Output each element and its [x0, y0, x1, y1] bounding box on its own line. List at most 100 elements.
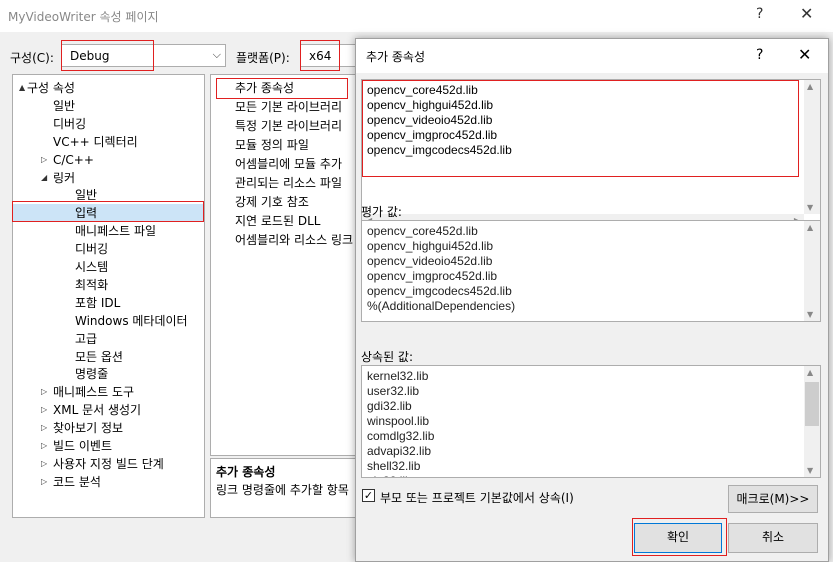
property-item[interactable]: 모듈 정의 파일 [235, 136, 309, 154]
scroll-thumb[interactable] [805, 382, 819, 426]
expand-icon[interactable]: ▷ [41, 455, 47, 473]
platform-dropdown[interactable]: x64 [300, 44, 360, 67]
property-item[interactable]: 관리되는 리소스 파일 [235, 174, 342, 192]
property-item[interactable]: 강제 기호 참조 [235, 193, 309, 211]
tree-item-label: 사용자 지정 빌드 단계 [53, 456, 164, 471]
dialog-close-button[interactable]: ✕ [798, 45, 811, 64]
tree-item[interactable]: ▲ 구성 속성 [13, 79, 204, 97]
tree-item[interactable]: 일반 [13, 186, 204, 204]
tree-item-label: 빌드 이벤트 [53, 439, 113, 453]
description-panel: 추가 종속성 링크 명령줄에 추가할 항목 [210, 458, 358, 518]
expand-icon[interactable]: ▷ [41, 419, 47, 437]
dialog-titlebar: 추가 종속성 ? ✕ [356, 39, 828, 73]
scroll-up-icon[interactable]: ▲ [807, 223, 813, 232]
tree-item-label: VC++ 디렉터리 [53, 134, 138, 149]
expand-icon[interactable]: ▷ [41, 151, 47, 169]
expand-icon[interactable]: ▷ [41, 473, 47, 491]
property-item[interactable]: 추가 종속성 [235, 79, 294, 97]
tree-item-label: 최적화 [75, 277, 109, 292]
tree-item-label: 매니페스트 도구 [53, 385, 135, 400]
tree-item-label: 시스템 [75, 260, 109, 274]
list-item: %(AdditionalDependencies) [367, 299, 516, 313]
config-dropdown[interactable]: Debug ⌵ [61, 44, 226, 67]
tree-item[interactable]: 매니페스트 파일 [13, 222, 204, 240]
property-item[interactable]: 어셈블리에 모듈 추가 [235, 155, 342, 173]
property-list[interactable]: 추가 종속성 모든 기본 라이브러리 특정 기본 라이브러리 모듈 정의 파일 어셈블리… [210, 74, 358, 456]
evaluated-values-box: ▲ ▼ opencv_core452d.lib opencv_highgui452… [361, 220, 821, 322]
tree-item[interactable]: ◢ 링커 [13, 169, 204, 187]
collapse-icon[interactable]: ▲ [19, 79, 25, 97]
cancel-button[interactable]: 취소 [728, 523, 818, 553]
window-title: MyVideoWriter 속성 페이지 [8, 10, 159, 24]
tree-item[interactable]: ▷ 사용자 지정 빌드 단계 [13, 455, 204, 473]
tree-item[interactable]: ▷ 코드 분석 [13, 473, 204, 491]
list-item: advapi32.lib [367, 444, 432, 458]
tree-item[interactable]: ▷ XML 문서 생성기 [13, 401, 204, 419]
tree-item[interactable]: ▷ C/C++ [13, 151, 204, 169]
tree-item[interactable]: ▷ 빌드 이벤트 [13, 437, 204, 455]
inherit-checkbox[interactable]: ✓ [362, 489, 375, 502]
close-button[interactable]: ✕ [800, 4, 813, 23]
expand-icon[interactable]: ▷ [41, 401, 47, 419]
tree-item-label: XML 문서 생성기 [53, 403, 142, 418]
list-item: opencv_imgcodecs452d.lib [367, 284, 512, 298]
property-tree[interactable]: ▲ 구성 속성 일반 디버깅 VC++ 디렉터리 ▷ C/C++ ◢ 링커 일반 입력 매니페스트 파… [12, 74, 205, 518]
tree-item-label: 일반 [53, 98, 76, 113]
inherit-checkbox-label[interactable]: 부모 또는 프로젝트 기본값에서 상속(I) [380, 489, 574, 506]
inherited-values-box: ▲ ▼ kernel32.lib user32.lib gdi32.lib winsp… [361, 365, 821, 478]
tree-item-label: 명령줄 [75, 367, 109, 382]
dependencies-edit-box[interactable]: ▲ ▼ ◀ ▶ opencv_core452d.libopencv_highgu… [361, 79, 821, 229]
edit-vscroll[interactable]: ▲ ▼ [804, 80, 820, 214]
tree-item[interactable]: 일반 [13, 97, 204, 115]
property-item[interactable]: 어셈블리와 리소스 링크 [235, 231, 353, 249]
ok-button[interactable]: 확인 [634, 523, 722, 553]
macro-button[interactable]: 매크로(M)>> [728, 485, 818, 513]
tree-item[interactable]: 고급 [13, 330, 204, 348]
expand-icon[interactable]: ▷ [41, 383, 47, 401]
list-item: ole32.lib [367, 474, 412, 477]
tree-item[interactable]: 모든 옵션 [13, 348, 204, 366]
property-item[interactable]: 특정 기본 라이브러리 [235, 117, 342, 135]
tree-item[interactable]: ▷ 찾아보기 정보 [13, 419, 204, 437]
scroll-up-icon[interactable]: ▲ [807, 368, 813, 377]
tree-item-label: 디버깅 [75, 242, 109, 257]
list-item: opencv_imgcodecs452d.lib [367, 143, 512, 157]
tree-item-label: Windows 메타데이터 [75, 313, 188, 328]
tree-item[interactable]: VC++ 디렉터리 [13, 133, 204, 151]
tree-item[interactable]: 입력 [13, 204, 204, 223]
platform-label: 플랫폼(P): [236, 51, 290, 65]
tree-item[interactable]: 최적화 [13, 276, 204, 294]
eval-vscroll[interactable]: ▲ ▼ [804, 221, 820, 321]
tree-item-label: 일반 [75, 188, 98, 203]
tree-item-label: C/C++ [53, 152, 94, 167]
tree-item[interactable]: 포함 IDL [13, 294, 204, 312]
tree-item[interactable]: 시스템 [13, 258, 204, 276]
scroll-up-icon[interactable]: ▲ [807, 82, 813, 91]
scroll-down-icon[interactable]: ▼ [807, 203, 813, 212]
property-item[interactable]: 모든 기본 라이브러리 [235, 98, 342, 116]
tree-item-label: 모든 옵션 [75, 349, 123, 364]
inherited-label: 상속된 값: [361, 350, 414, 364]
scroll-down-icon[interactable]: ▼ [807, 310, 813, 319]
tree-item[interactable]: 명령줄 [13, 365, 204, 383]
list-item: comdlg32.lib [367, 429, 435, 443]
list-item: kernel32.lib [367, 369, 429, 383]
list-item: shell32.lib [367, 459, 421, 473]
expand-icon[interactable]: ▷ [41, 437, 47, 455]
tree-item[interactable]: ▷ 매니페스트 도구 [13, 383, 204, 401]
dialog-help-button[interactable]: ? [756, 47, 763, 63]
tree-item-label: 찾아보기 정보 [53, 421, 124, 436]
tree-item-label: 디버깅 [53, 116, 87, 131]
tree-item[interactable]: Windows 메타데이터 [13, 312, 204, 330]
scroll-down-icon[interactable]: ▼ [807, 466, 813, 475]
list-item: opencv_imgproc452d.lib [367, 269, 498, 283]
tree-item-label: 링커 [53, 170, 76, 185]
inherited-vscroll[interactable]: ▲ ▼ [804, 366, 820, 477]
property-item[interactable]: 지연 로드된 DLL [235, 212, 320, 230]
tree-item[interactable]: 디버깅 [13, 240, 204, 258]
tree-item[interactable]: 디버깅 [13, 115, 204, 133]
checkmark-icon: ✓ [363, 489, 374, 502]
collapse-icon[interactable]: ◢ [41, 169, 47, 187]
config-value: Debug [70, 49, 110, 63]
help-button[interactable]: ? [756, 6, 763, 22]
